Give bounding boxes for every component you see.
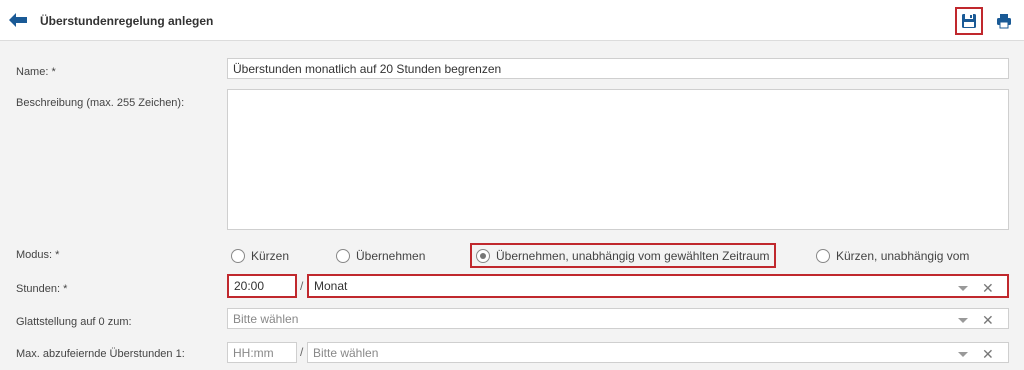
radio-circle [231, 249, 245, 263]
max-overtime-period-select[interactable]: Bitte wählen [307, 342, 1009, 363]
max-overtime-controls: ✕ [958, 347, 994, 361]
close-icon[interactable]: ✕ [982, 313, 994, 327]
printer-icon [997, 14, 1011, 29]
chevron-down-icon[interactable] [958, 317, 968, 323]
close-icon[interactable]: ✕ [982, 347, 994, 361]
mode-radio-uebernehmen-unabhaengig[interactable]: Übernehmen, unabhängig vom gewählten Zei… [470, 243, 776, 268]
radio-circle [336, 249, 350, 263]
page-title: Überstundenregelung anlegen [40, 14, 214, 28]
floppy-disk-icon [962, 14, 976, 28]
max-overtime-time-input[interactable]: HH:mm [227, 342, 297, 363]
back-button[interactable] [8, 11, 28, 29]
hours-label: Stunden: * [16, 283, 68, 295]
mode-label: Modus: * [16, 249, 60, 261]
max-overtime-label: Max. abzufeiernde Überstunden 1: [16, 348, 185, 360]
chevron-down-icon[interactable] [958, 351, 968, 357]
description-textarea[interactable] [227, 89, 1009, 230]
save-button[interactable] [955, 7, 983, 35]
radio-circle-selected [476, 248, 490, 263]
hours-separator: / [300, 279, 304, 293]
print-button[interactable] [990, 7, 1018, 35]
mode-radio-kuerzen[interactable]: Kürzen [231, 245, 289, 267]
hours-period-controls: ✕ [958, 281, 994, 295]
close-icon[interactable]: ✕ [982, 281, 994, 295]
mode-option-label: Kürzen, unabhängig vom [836, 249, 970, 263]
settlement-select[interactable]: Bitte wählen [227, 308, 1009, 329]
mode-option-label: Übernehmen [356, 249, 426, 263]
hours-time-input[interactable]: 20:00 [227, 274, 297, 298]
arrow-left-icon [9, 13, 27, 27]
settlement-label: Glattstellung auf 0 zum: [16, 316, 132, 328]
mode-option-label: Kürzen [251, 249, 290, 263]
mode-radio-kuerzen-unabhaengig[interactable]: Kürzen, unabhängig vom [816, 245, 969, 267]
mode-radio-uebernehmen[interactable]: Übernehmen [336, 245, 425, 267]
settlement-controls: ✕ [958, 313, 994, 327]
description-label: Beschreibung (max. 255 Zeichen): [16, 97, 185, 109]
hours-period-select[interactable]: Monat [307, 274, 1009, 298]
chevron-down-icon[interactable] [958, 285, 968, 291]
page-header: Überstundenregelung anlegen [0, 0, 1024, 41]
radio-circle [816, 249, 830, 263]
name-input[interactable]: Überstunden monatlich auf 20 Stunden beg… [227, 58, 1009, 79]
max-overtime-separator: / [300, 345, 304, 359]
mode-option-label: Übernehmen, unabhängig vom gewählten Zei… [496, 248, 770, 263]
name-label: Name: * [16, 66, 56, 78]
overtime-rule-form: Name: * Überstunden monatlich auf 20 Stu… [0, 41, 1024, 370]
